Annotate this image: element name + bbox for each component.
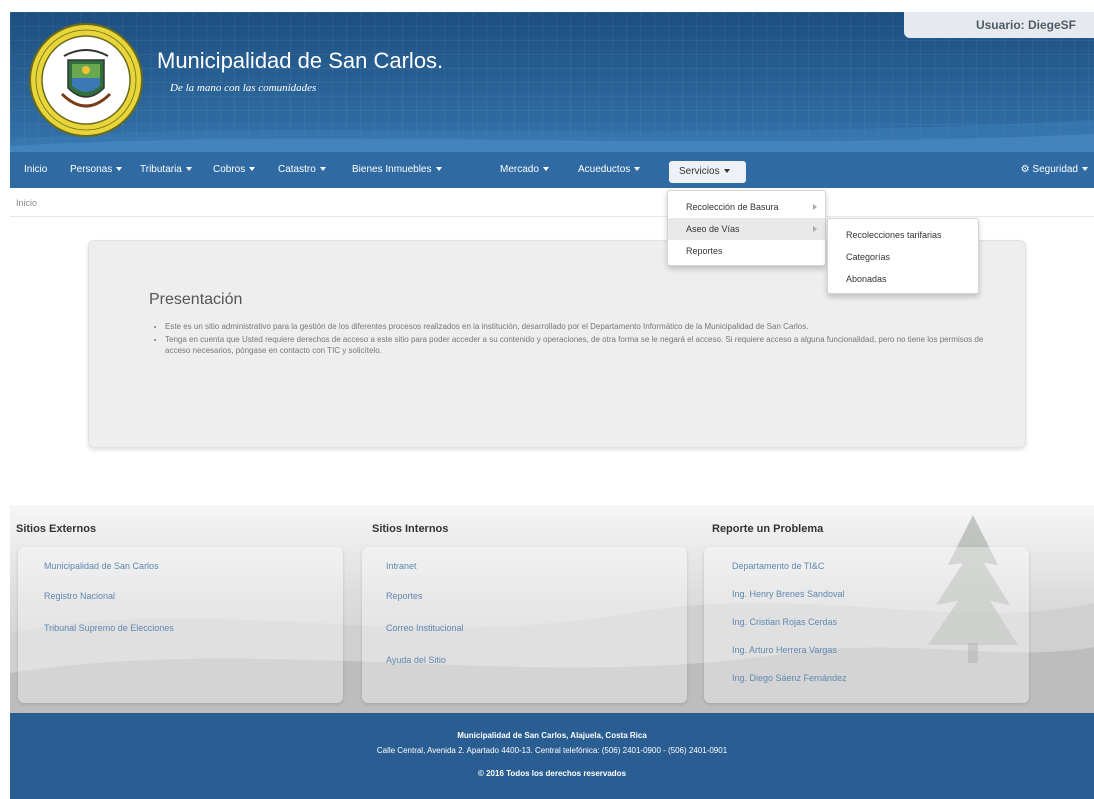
user-label: Usuario: DiegeSF [904, 12, 1094, 38]
servicios-dropdown-menu: Recolección de Basura Aseo de Vías Repor… [667, 190, 826, 266]
menu-item-recoleccion[interactable]: Recolección de Basura [668, 196, 825, 218]
footer-copyright: © 2016 Todos los derechos reservados [477, 769, 627, 778]
link-diego-saenz[interactable]: Ing. Diego Sáenz Fernández [732, 673, 847, 683]
menu-item-reportes[interactable]: Reportes [668, 240, 825, 262]
link-arturo-herrera[interactable]: Ing. Arturo Herrera Vargas [732, 645, 837, 655]
footer-address: Calle Central, Avenida 2. Apartado 4400-… [376, 746, 728, 755]
nav-catastro[interactable]: Catastro [278, 152, 326, 188]
link-correo[interactable]: Correo Institucional [386, 623, 464, 633]
site-footer: Municipalidad de San Carlos, Alajuela, C… [10, 713, 1094, 799]
caret-down-icon [435, 167, 442, 172]
nav-label: Inicio [24, 164, 48, 175]
caret-down-icon [723, 169, 730, 174]
main-navbar: Inicio Personas Tributaria Cobros Catast… [10, 152, 1094, 188]
chevron-right-icon [813, 204, 817, 210]
menu-item-label: Categorías [846, 252, 891, 262]
menu-item-aseo-vias[interactable]: Aseo de Vías [668, 218, 825, 240]
menu-item-label: Recolecciones tarifarias [846, 230, 942, 240]
nav-servicios[interactable]: Servicios [669, 161, 746, 183]
presentation-list: Este es un sitio administrativo para la … [165, 321, 985, 358]
nav-bienes-inmuebles[interactable]: Bienes Inmuebles [352, 152, 442, 188]
link-ayuda[interactable]: Ayuda del Sitio [386, 655, 446, 665]
chevron-right-icon [813, 226, 817, 232]
breadcrumb-divider [10, 216, 1094, 217]
link-henry-brenes[interactable]: Ing. Henry Brenes Sandoval [732, 589, 845, 599]
list-item: Tenga en cuenta que Usted requiere derec… [165, 334, 985, 356]
nav-label: Acueductos [578, 164, 631, 175]
nav-cobros[interactable]: Cobros [213, 152, 256, 188]
nav-personas[interactable]: Personas [70, 152, 123, 188]
submenu-item-recolecciones-tarifarias[interactable]: Recolecciones tarifarias [828, 224, 978, 246]
submenu-item-categorias[interactable]: Categorías [828, 246, 978, 268]
nav-label: Personas [70, 164, 113, 175]
municipality-seal-logo [29, 23, 143, 137]
nav-label: Mercado [500, 164, 539, 175]
menu-item-label: Recolección de Basura [686, 202, 779, 212]
link-cristian-rojas[interactable]: Ing. Cristian Rojas Cerdas [732, 617, 837, 627]
aseo-vias-submenu: Recolecciones tarifarias Categorías Abon… [827, 218, 979, 294]
sitios-externos-title: Sitios Externos [16, 523, 97, 535]
nav-label: Servicios [679, 166, 720, 177]
header-wave [10, 120, 1094, 152]
breadcrumb[interactable]: Inicio [16, 198, 37, 208]
caret-down-icon [1082, 167, 1088, 172]
site-title: Municipalidad de San Carlos. [157, 48, 444, 73]
caret-down-icon [116, 167, 123, 172]
nav-acueductos[interactable]: Acueductos [578, 152, 641, 188]
presentation-title: Presentación [149, 291, 243, 308]
menu-item-label: Reportes [686, 246, 723, 256]
link-reportes[interactable]: Reportes [386, 591, 423, 601]
gear-icon: ⚙ [1020, 164, 1030, 175]
link-municipalidad[interactable]: Municipalidad de San Carlos [44, 561, 159, 571]
link-tse[interactable]: Tribunal Supremo de Elecciones [44, 623, 174, 633]
link-departamento-tic[interactable]: Departamento de TI&C [732, 561, 824, 571]
caret-down-icon [319, 167, 326, 172]
sitios-internos-title: Sitios Internos [372, 523, 449, 535]
site-header: Usuario: DiegeSF Municipalidad de San Ca… [10, 12, 1094, 152]
reporte-problema-title: Reporte un Problema [712, 523, 824, 535]
caret-down-icon [634, 167, 641, 172]
nav-tributaria[interactable]: Tributaria [140, 152, 192, 188]
caret-down-icon [542, 167, 549, 172]
nav-label: Cobros [213, 164, 246, 175]
caret-down-icon [249, 167, 256, 172]
menu-item-label: Abonadas [846, 274, 887, 284]
link-registro-nacional[interactable]: Registro Nacional [44, 591, 115, 601]
list-item: Este es un sitio administrativo para la … [165, 321, 985, 332]
site-subtitle: De la mano con las comunidades [170, 82, 317, 94]
footer-address-title: Municipalidad de San Carlos, Alajuela, C… [457, 731, 647, 740]
nav-label: Catastro [278, 164, 316, 175]
submenu-item-abonadas[interactable]: Abonadas [828, 268, 978, 290]
link-intranet[interactable]: Intranet [386, 561, 417, 571]
footer-links-area: Sitios Externos Municipalidad de San Car… [10, 505, 1094, 713]
nav-mercado[interactable]: Mercado [500, 152, 549, 188]
nav-label: Bienes Inmuebles [352, 164, 432, 175]
nav-label: Tributaria [140, 164, 182, 175]
menu-item-label: Aseo de Vías [686, 224, 740, 234]
nav-inicio[interactable]: Inicio [24, 152, 47, 188]
nav-label: Seguridad [1032, 164, 1078, 175]
nav-seguridad[interactable]: ⚙ Seguridad [1021, 152, 1088, 188]
caret-down-icon [185, 167, 192, 172]
